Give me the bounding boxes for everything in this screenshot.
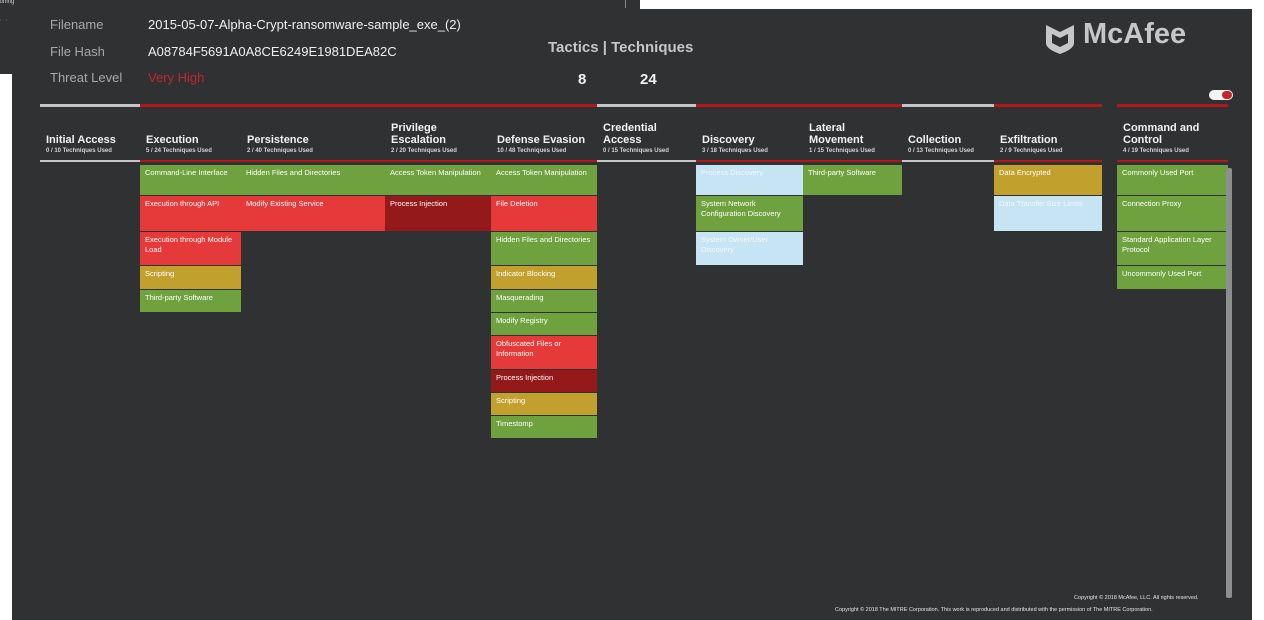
technique-cell[interactable]: Obfuscated Files or Information — [491, 336, 597, 370]
tactic-header-underline — [994, 160, 1102, 162]
technique-cell[interactable]: System Owner/User Discovery — [696, 232, 803, 266]
tactic-name: Lateral Movement — [809, 122, 864, 146]
technique-cell[interactable]: Execution through Module Load — [140, 232, 241, 266]
tactic-header-underline — [491, 160, 597, 162]
tactic-header-underline — [1117, 160, 1228, 162]
tactic-name: Execution — [146, 134, 199, 146]
technique-cell[interactable]: Hidden Files and Directories — [491, 232, 597, 266]
tactic-name: Privilege Escalation — [391, 122, 447, 146]
technique-cell[interactable]: Scripting — [140, 266, 241, 290]
technique-cell[interactable]: Process Discovery — [696, 165, 803, 196]
tactic-name: Collection — [908, 134, 962, 146]
mitre-copyright: Copyright © 2018 The MITRE Corporation. … — [835, 607, 1153, 613]
technique-cell[interactable]: Command-Line Interface — [140, 165, 241, 196]
technique-cell[interactable]: Standard Application Layer Protocol — [1117, 232, 1228, 266]
tactic-header-credential-access[interactable]: Credential Access 0 / 15 Techniques Used — [603, 104, 694, 158]
technique-cell[interactable]: Third-party Software — [803, 165, 902, 196]
technique-cell[interactable]: File Deletion — [491, 196, 597, 232]
technique-cell[interactable]: Third-party Software — [140, 290, 241, 313]
tactic-name: Exfiltration — [1000, 134, 1058, 146]
tactic-name: Persistence — [247, 134, 309, 146]
tactic-header-underline — [385, 160, 491, 162]
tactic-header-execution[interactable]: Execution 5 / 24 Techniques Used — [146, 104, 239, 158]
tactic-header-discovery[interactable]: Discovery 3 / 18 Techniques Used — [702, 104, 801, 158]
technique-cell[interactable]: Access Token Manipulation — [491, 165, 597, 196]
attack-matrix: Initial Access 0 / 10 Techniques Used Exec… — [0, 0, 1264, 620]
tactic-header-privilege-escalation[interactable]: Privilege Escalation 2 / 20 Techniques Us… — [391, 104, 489, 158]
tactic-header-defense-evasion[interactable]: Defense Evasion 10 / 48 Techniques Used — [497, 104, 595, 158]
tactic-techniques-used: 2 / 9 Techniques Used — [1000, 148, 1063, 154]
tactic-header-collection[interactable]: Collection 0 / 13 Techniques Used — [908, 104, 992, 158]
tactic-techniques-used: 1 / 15 Techniques Used — [809, 148, 875, 154]
tactic-techniques-used: 2 / 40 Techniques Used — [247, 148, 313, 154]
mcafee-copyright: Copyright © 2018 McAfee, LLC. All rights… — [1074, 595, 1199, 601]
tactic-header-underline — [803, 160, 902, 162]
technique-cell[interactable]: Commonly Used Port — [1117, 165, 1228, 196]
technique-cell[interactable]: System Network Configuration Discovery — [696, 196, 803, 232]
tactic-header-underline — [40, 160, 140, 162]
tactic-header-underline — [241, 160, 385, 162]
technique-cell[interactable]: Execution through API — [140, 196, 241, 232]
technique-cell[interactable]: Masquerading — [491, 290, 597, 313]
technique-cell[interactable]: Scripting — [491, 393, 597, 416]
tactic-header-exfiltration[interactable]: Exfiltration 2 / 9 Techniques Used — [1000, 104, 1100, 158]
tactic-header-underline — [696, 160, 803, 162]
tactic-techniques-used: 3 / 18 Techniques Used — [702, 148, 768, 154]
tactic-header-underline — [140, 160, 241, 162]
tactic-header-command-and-control[interactable]: Command and Control 4 / 19 Techniques Use… — [1123, 104, 1226, 158]
tactic-name: Initial Access — [46, 134, 116, 146]
tactic-header-underline — [597, 160, 696, 162]
technique-cell[interactable]: Uncommonly Used Port — [1117, 266, 1228, 290]
tactic-header-lateral-movement[interactable]: Lateral Movement 1 / 15 Techniques Used — [809, 104, 900, 158]
tactic-techniques-used: 0 / 15 Techniques Used — [603, 148, 669, 154]
tactic-techniques-used: 2 / 20 Techniques Used — [391, 148, 457, 154]
technique-cell[interactable]: Timestomp — [491, 416, 597, 439]
matrix-scrollbar[interactable] — [1226, 168, 1232, 598]
technique-cell[interactable]: Process Injection — [385, 196, 491, 232]
tactic-header-persistence[interactable]: Persistence 2 / 40 Techniques Used — [247, 104, 383, 158]
technique-cell[interactable]: Modify Existing Service — [241, 196, 385, 232]
screenshot-stage: oisoning · · · Filename 2015-05-07-Alpha… — [0, 0, 1264, 620]
tactic-techniques-used: 5 / 24 Techniques Used — [146, 148, 212, 154]
technique-cell[interactable]: Modify Registry — [491, 313, 597, 336]
technique-cell[interactable]: Hidden Files and Directories — [241, 165, 385, 196]
tactic-header-underline — [902, 160, 994, 162]
technique-cell[interactable]: Data Encrypted — [994, 165, 1102, 196]
technique-cell[interactable]: Indicator Blocking — [491, 266, 597, 290]
tactic-header-initial-access[interactable]: Initial Access 0 / 10 Techniques Used — [46, 104, 138, 158]
tactic-techniques-used: 0 / 10 Techniques Used — [46, 148, 112, 154]
tactic-techniques-used: 4 / 19 Techniques Used — [1123, 148, 1189, 154]
tactic-name: Credential Access — [603, 122, 657, 146]
technique-cell[interactable]: Connection Proxy — [1117, 196, 1228, 232]
technique-cell[interactable]: Access Token Manipulation — [385, 165, 491, 196]
technique-cell[interactable]: Process Injection — [491, 370, 597, 393]
tactic-name: Command and Control — [1123, 122, 1200, 146]
tactic-techniques-used: 10 / 48 Techniques Used — [497, 148, 567, 154]
tactic-techniques-used: 0 / 13 Techniques Used — [908, 148, 974, 154]
tactic-name: Discovery — [702, 134, 755, 146]
technique-cell[interactable]: Data Transfer Size Limits — [994, 196, 1102, 232]
tactic-name: Defense Evasion — [497, 134, 586, 146]
